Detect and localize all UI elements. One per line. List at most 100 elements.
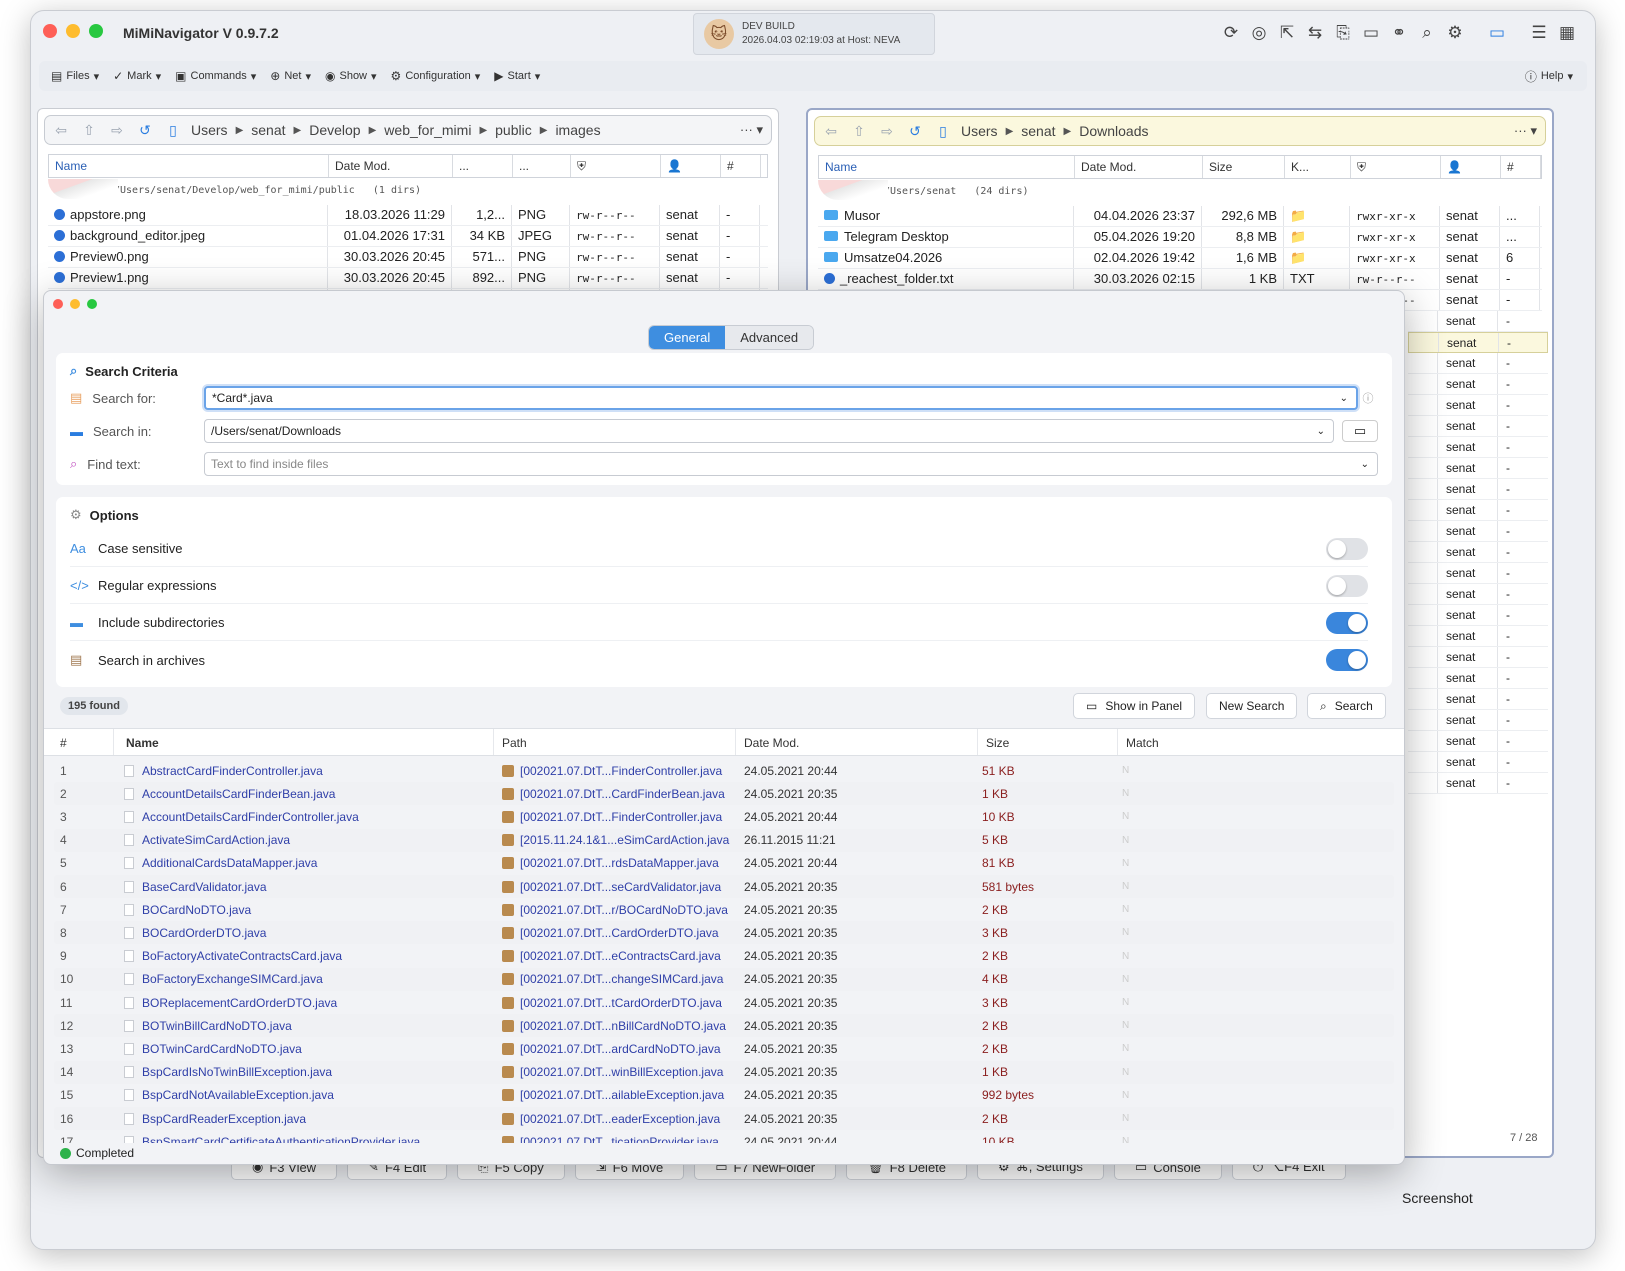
sidebar-icon[interactable]: ▯ [163, 122, 183, 139]
result-row[interactable]: 3 AccountDetailsCardFinderController.java… [54, 805, 1394, 828]
archives-toggle[interactable] [1326, 649, 1368, 671]
search-in-input[interactable]: /Users/senat/Downloads ⌄ [204, 419, 1334, 443]
file-row-tail[interactable]: senat - [1408, 731, 1548, 752]
network-icon[interactable]: ▭ [1361, 23, 1381, 43]
compare-icon[interactable]: ⎘ [1333, 23, 1353, 43]
search-icon[interactable]: ⌕ [1417, 23, 1437, 43]
col-size[interactable]: ... [453, 155, 513, 177]
file-row-tail[interactable]: senat - [1408, 647, 1548, 668]
panel-icon[interactable]: ▭ [1487, 23, 1507, 43]
menu-configuration[interactable]: ⚙ Configuration ▾ [391, 69, 481, 83]
col-perm[interactable]: ⛨ [571, 155, 661, 177]
col-date[interactable]: Date Mod. [329, 155, 453, 177]
crumb[interactable]: Develop [309, 122, 360, 138]
menu-files[interactable]: ▤ Files ▾ [51, 69, 99, 83]
col-count[interactable]: # [721, 155, 761, 177]
col-owner[interactable]: 👤 [661, 155, 721, 177]
crumb[interactable]: web_for_mimi [384, 122, 471, 138]
result-row[interactable]: 14 BspCardIsNoTwinBillException.java [0020… [54, 1060, 1394, 1084]
file-row-tail[interactable]: senat - [1408, 605, 1548, 626]
dialog-zoom-button[interactable] [87, 299, 97, 309]
menu-commands[interactable]: ▣ Commands ▾ [175, 69, 256, 83]
up-icon[interactable]: ⇧ [79, 122, 99, 139]
find-text-input[interactable]: Text to find inside files ⌄ [204, 452, 1378, 476]
link-icon[interactable]: ⚭ [1389, 23, 1409, 43]
result-row[interactable]: 10 BoFactoryExchangeSIMCard.java [002021.0… [54, 967, 1394, 991]
result-row[interactable]: 13 BOTwinCardCardNoDTO.java [002021.07.DtT… [54, 1037, 1394, 1060]
gear-icon[interactable]: ⚙ [1445, 23, 1465, 43]
file-row-tail[interactable]: senat - [1408, 374, 1548, 395]
col-name[interactable]: Name [819, 156, 1075, 178]
subdirectories-toggle[interactable] [1326, 611, 1368, 634]
crumb[interactable]: Downloads [1079, 123, 1148, 139]
more-icon[interactable]: ··· ▾ [1514, 123, 1537, 139]
file-row-tail[interactable]: senat - [1408, 752, 1548, 773]
result-row[interactable]: 8 BOCardOrderDTO.java [002021.07.DtT...Car… [54, 921, 1394, 945]
col-size[interactable]: Size [978, 729, 1118, 755]
result-row[interactable]: 15 BspCardNotAvailableException.java [0020… [54, 1084, 1394, 1107]
file-row-tail[interactable]: senat - [1408, 416, 1548, 437]
show-in-panel-button[interactable]: ▭ Show in Panel [1073, 693, 1196, 719]
crumb[interactable]: Users [191, 122, 228, 138]
file-row-tail[interactable]: senat - [1408, 353, 1548, 374]
case-sensitive-toggle[interactable] [1326, 537, 1368, 560]
result-row[interactable]: 9 BoFactoryActivateContractsCard.java [002… [54, 945, 1394, 968]
menu-help[interactable]: ⓘ Help ▾ [1525, 68, 1573, 85]
col-date[interactable]: Date Mod. [1075, 156, 1203, 178]
dialog-close-button[interactable] [53, 299, 63, 309]
result-row[interactable]: 4 ActivateSimCardAction.java [2015.11.24.1… [54, 828, 1394, 852]
result-row[interactable]: 7 BOCardNoDTO.java [002021.07.DtT...r/BOCa… [54, 898, 1394, 921]
history-icon[interactable]: ↺ [135, 122, 155, 139]
back-icon[interactable]: ⇦ [51, 122, 71, 139]
file-row-tail[interactable]: senat - [1408, 332, 1548, 353]
menu-mark[interactable]: ✓ Mark ▾ [113, 69, 161, 83]
left-parent-row[interactable]: /Users/senat/Develop/web_for_mimi/public… [48, 179, 768, 201]
list-view-icon[interactable]: ☰ [1529, 23, 1549, 43]
search-button[interactable]: ⌕ Search [1307, 693, 1386, 719]
file-row-tail[interactable]: senat - [1408, 521, 1548, 542]
tab-advanced[interactable]: Advanced [725, 326, 814, 349]
tab-general[interactable]: General [649, 326, 726, 349]
file-row[interactable]: appstore.png 18.03.2026 11:29 1,2... PNG rw-… [48, 205, 768, 226]
up-icon[interactable]: ⇧ [849, 123, 869, 140]
sidebar-icon[interactable]: ▯ [933, 123, 953, 140]
file-row[interactable]: Umsatze04.2026 02.04.2026 19:42 1,6 MB 📁 rwx… [818, 248, 1542, 269]
file-row-tail[interactable]: senat - [1408, 584, 1548, 605]
file-row-tail[interactable]: senat - [1408, 773, 1548, 794]
file-row[interactable]: _reachest_folder.txt 30.03.2026 02:15 1 KB… [818, 269, 1542, 290]
browse-folder-icon[interactable]: ▭ [1342, 420, 1378, 442]
menu-show[interactable]: ◉ Show ▾ [325, 69, 377, 83]
result-row[interactable]: 17 BspSmartCardCertificateAuthenticationP… [54, 1130, 1394, 1143]
help-icon[interactable]: ⓘ [1358, 390, 1378, 406]
forward-icon[interactable]: ⇨ [877, 123, 897, 140]
crumb[interactable]: public [495, 122, 532, 138]
file-row[interactable]: Preview0.png 30.03.2026 20:45 571... PNG rw-… [48, 247, 768, 268]
file-row[interactable]: Telegram Desktop 05.04.2026 19:20 8,8 MB 📁 r… [818, 227, 1542, 248]
col-perm[interactable]: ⛨ [1351, 156, 1441, 178]
col-count[interactable]: # [1501, 156, 1541, 178]
menu-start[interactable]: ▶ Start ▾ [494, 69, 540, 83]
crumb[interactable]: images [555, 122, 600, 138]
col-name[interactable]: Name [114, 729, 494, 755]
file-row[interactable]: Preview1.png 30.03.2026 20:45 892... PNG rw-… [48, 268, 768, 289]
right-parent-row[interactable]: /Users/senat (24 dirs) [818, 180, 1542, 202]
close-button[interactable] [43, 24, 57, 38]
grid-view-icon[interactable]: ▦ [1557, 23, 1577, 43]
result-row[interactable]: 6 BaseCardValidator.java [002021.07.DtT...… [54, 875, 1394, 898]
dialog-minimize-button[interactable] [70, 299, 80, 309]
file-row-tail[interactable]: senat - [1408, 689, 1548, 710]
hidden-files-icon[interactable]: ◎ [1249, 23, 1269, 43]
result-row[interactable]: 12 BOTwinBillCardNoDTO.java [002021.07.DtT… [54, 1014, 1394, 1038]
zoom-button[interactable] [89, 24, 103, 38]
file-row-tail[interactable]: senat - [1408, 500, 1548, 521]
col-owner[interactable]: 👤 [1441, 156, 1501, 178]
col-index[interactable]: # [44, 729, 114, 755]
result-row[interactable]: 1 AbstractCardFinderController.java [00202… [54, 759, 1394, 782]
file-row-tail[interactable]: senat - [1408, 395, 1548, 416]
menu-net[interactable]: ⊕ Net ▾ [270, 69, 311, 83]
file-row-tail[interactable]: senat - [1408, 311, 1548, 332]
col-name[interactable]: Name [49, 155, 329, 177]
col-kind[interactable]: K... [1285, 156, 1351, 178]
result-row[interactable]: 2 AccountDetailsCardFinderBean.java [00202… [54, 782, 1394, 806]
refresh-icon[interactable]: ⟳ [1221, 23, 1241, 43]
